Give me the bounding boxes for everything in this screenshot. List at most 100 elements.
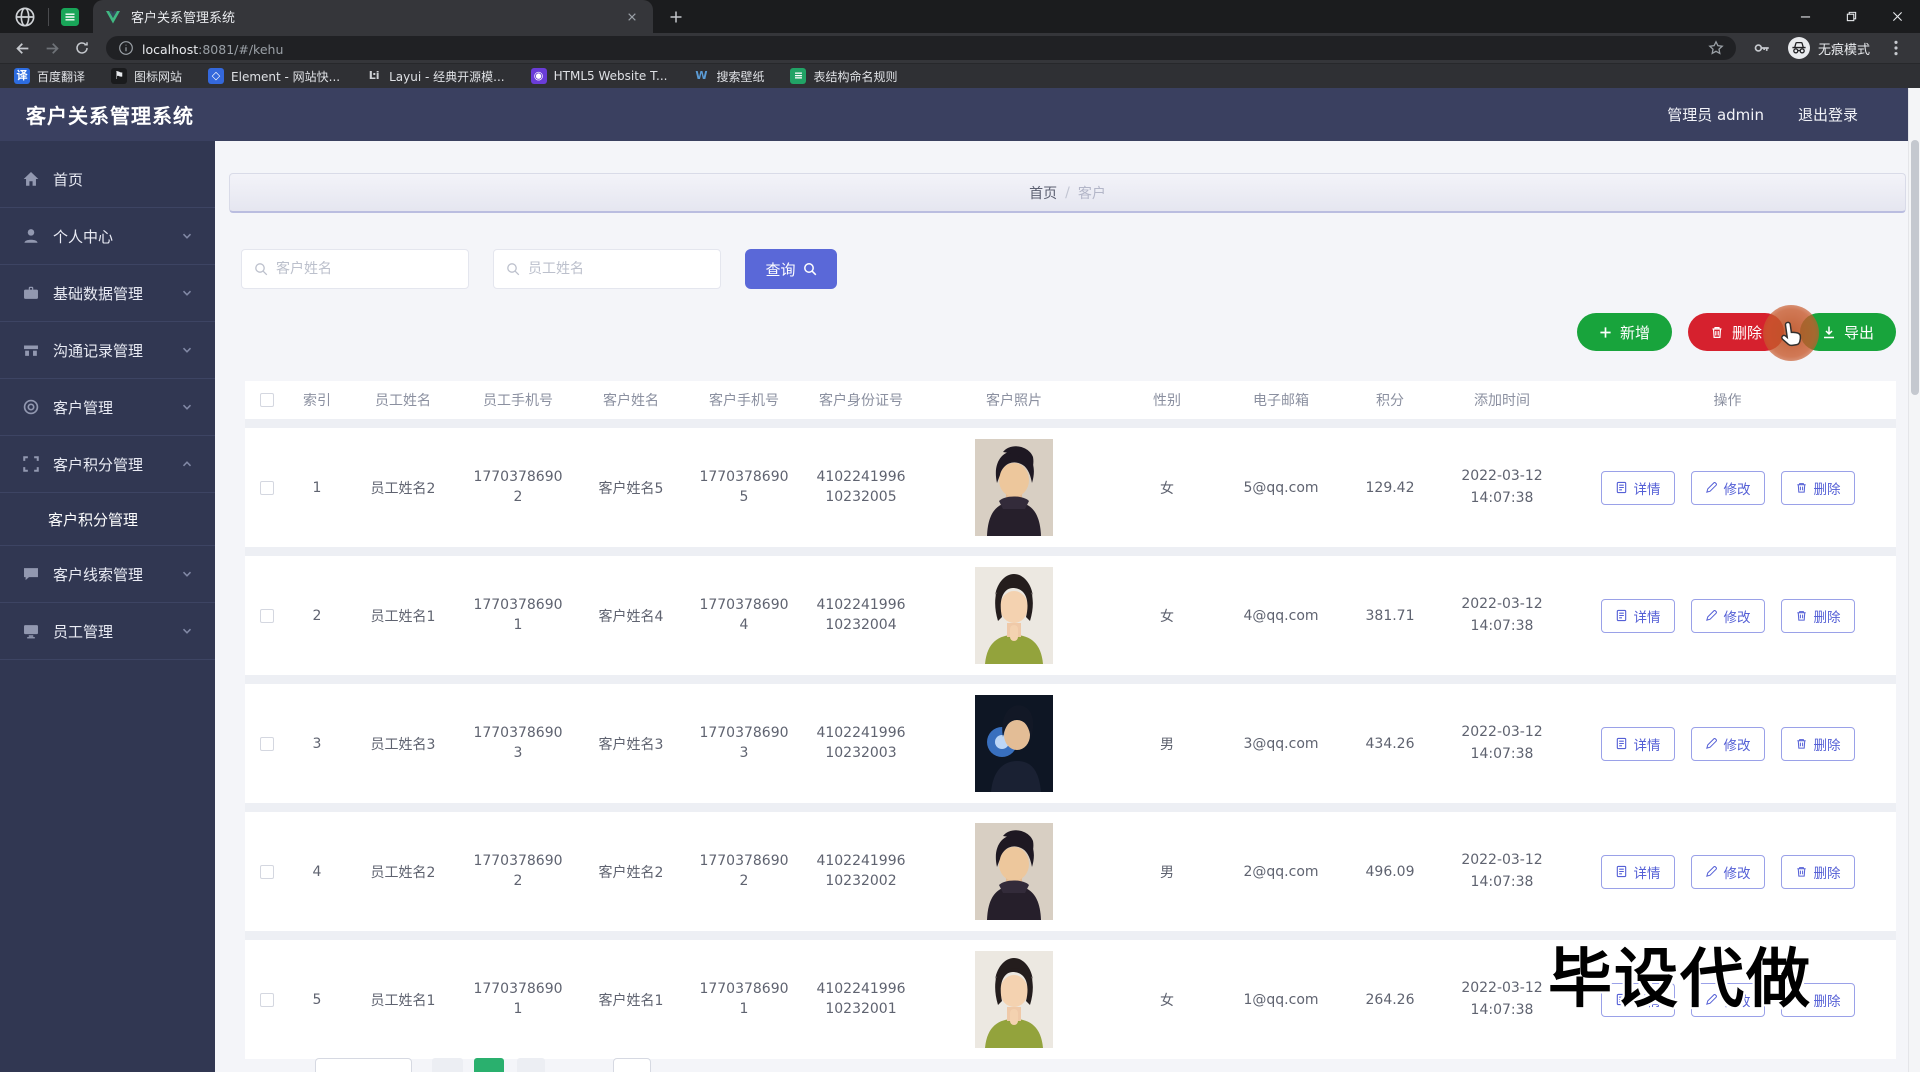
detail-button[interactable]: 详情 (1600, 854, 1675, 889)
logout-link[interactable]: 退出登录 (1798, 104, 1858, 125)
query-button[interactable]: 查询 (745, 249, 837, 289)
row-checkbox[interactable] (260, 992, 274, 1007)
sidebar-item-monitor[interactable]: 员工管理 (0, 603, 215, 660)
cell-actions: 详情 修改 删除 (1559, 598, 1896, 633)
column-header: 客户照片 (986, 393, 1042, 409)
sidebar-item-user[interactable]: 个人中心 (0, 208, 215, 265)
customer-name-input[interactable] (276, 261, 456, 277)
detail-button[interactable]: 详情 (1600, 470, 1675, 505)
customer-name-field[interactable] (241, 249, 469, 289)
chevron-down-icon (181, 625, 193, 637)
trash-icon (1795, 481, 1808, 494)
row-delete-button[interactable]: 删除 (1780, 470, 1855, 505)
pagination (315, 1058, 651, 1072)
chevron-down-icon (181, 344, 193, 356)
tab-close-icon[interactable] (623, 8, 641, 26)
scrollbar-thumb[interactable] (1911, 140, 1919, 395)
row-checkbox-cell (245, 992, 289, 1007)
window-minimize-button[interactable] (1782, 0, 1828, 33)
cell-actions: 详情 修改 删除 (1559, 726, 1896, 761)
doc-icon (1615, 737, 1628, 750)
cell-gender: 女 (1160, 992, 1174, 1009)
export-button-label: 导出 (1843, 323, 1874, 342)
window-close-button[interactable] (1874, 0, 1920, 33)
row-checkbox-cell (245, 480, 289, 495)
staff-name-field[interactable] (493, 249, 721, 289)
delete-button-label: 删除 (1731, 323, 1762, 342)
cell-customer-phone-text: 17703786904 (699, 596, 789, 633)
current-page-button[interactable] (474, 1058, 504, 1072)
bookmark-star-icon[interactable] (1708, 40, 1724, 56)
add-button[interactable]: 新增 (1576, 313, 1672, 351)
sidebar-subitem[interactable]: 客户积分管理 (0, 493, 215, 546)
reload-icon[interactable] (70, 36, 94, 60)
password-key-icon[interactable] (1753, 39, 1771, 57)
row-checkbox[interactable] (260, 736, 274, 751)
sidebar-subitem-label: 客户积分管理 (48, 510, 139, 529)
row-checkbox[interactable] (260, 480, 274, 495)
action-label: 删除 (1813, 865, 1841, 882)
row-checkbox[interactable] (260, 608, 274, 623)
select-all-checkbox[interactable] (260, 393, 274, 407)
breadcrumb-home[interactable]: 首页 (1029, 183, 1057, 203)
next-page-button[interactable] (517, 1058, 545, 1072)
prev-page-button[interactable] (432, 1058, 463, 1072)
cell-customer-phone-text: 17703786905 (699, 468, 789, 505)
cell-customer-photo (921, 567, 1107, 664)
browser-menu-icon[interactable] (1887, 39, 1905, 57)
browser-tab[interactable]: 客户关系管理系统 (93, 0, 653, 33)
cell-added-time: 2022-03-12 14:07:38 (1445, 850, 1559, 893)
bookmark-item[interactable]: 译百度翻译 (14, 68, 85, 85)
table-row: 3 员工姓名3 17703786903 客户姓名3 17703786903 4102241… (245, 684, 1896, 803)
sidebar-item-target[interactable]: 客户管理 (0, 379, 215, 436)
sidebar: 首页 个人中心 基础数据管理 沟通记录管理 客户管理 客户积分管理 客户积分管理 客户线索管理… (0, 141, 215, 1072)
bookmark-item[interactable]: ⚑ 图标网站 (111, 68, 182, 85)
sidebar-item-suitcase[interactable]: 基础数据管理 (0, 265, 215, 322)
new-tab-button[interactable] (663, 4, 689, 30)
column-header: 员工手机号 (483, 393, 553, 409)
cell-staff-phone: 17703786902 (461, 468, 575, 507)
sidebar-item-home[interactable]: 首页 (0, 151, 215, 208)
page-size-select[interactable] (315, 1058, 412, 1072)
bookmark-item[interactable]: ◇ Element - 网站快... (208, 68, 340, 85)
cell-email: 5@qq.com (1243, 479, 1319, 496)
action-label: 删除 (1813, 993, 1841, 1010)
edit-button[interactable]: 修改 (1690, 854, 1765, 889)
sidebar-item-scan[interactable]: 客户积分管理 (0, 436, 215, 493)
column-header: 客户姓名 (603, 393, 659, 409)
forward-icon[interactable] (40, 36, 64, 60)
sidebar-item-chat[interactable]: 客户线索管理 (0, 546, 215, 603)
cell-gender: 女 (1160, 608, 1174, 625)
row-delete-button[interactable]: 删除 (1780, 854, 1855, 889)
edit-button[interactable]: 修改 (1690, 470, 1765, 505)
action-label: 详情 (1633, 737, 1661, 754)
row-delete-button[interactable]: 删除 (1780, 598, 1855, 633)
window-restore-button[interactable] (1828, 0, 1874, 33)
bookmark-item[interactable]: Ŀi Layui - 经典开源模... (366, 68, 505, 85)
bookmark-item[interactable]: ◉ HTML5 Website T... (530, 68, 667, 84)
row-delete-button[interactable]: 删除 (1780, 726, 1855, 761)
flag-icon: ⚑ (111, 68, 128, 84)
url-host: localhost (142, 41, 199, 57)
sidebar-item-record[interactable]: 沟通记录管理 (0, 322, 215, 379)
cell-index: 2 (312, 607, 322, 624)
row-checkbox[interactable] (260, 864, 274, 879)
detail-button[interactable]: 详情 (1600, 598, 1675, 633)
edit-button[interactable]: 修改 (1690, 726, 1765, 761)
cell-customer-name: 客户姓名4 (598, 608, 664, 625)
site-info-icon[interactable] (118, 40, 134, 56)
bookmark-item[interactable]: ≡ 表结构命名规则 (790, 68, 897, 85)
action-label: 删除 (1813, 481, 1841, 498)
staff-name-input[interactable] (528, 261, 708, 277)
page-jump-input[interactable] (613, 1058, 651, 1072)
sidebar-item-label: 客户积分管理 (53, 455, 144, 474)
detail-button[interactable]: 详情 (1600, 726, 1675, 761)
edit-button[interactable]: 修改 (1690, 598, 1765, 633)
bookmark-item[interactable]: W 搜索壁纸 (693, 68, 764, 85)
column-header: 员工姓名 (375, 393, 431, 409)
cell-actions: 详情 修改 删除 (1559, 470, 1896, 505)
page-scrollbar[interactable] (1908, 88, 1920, 1072)
address-bar[interactable]: localhost:8081/#/kehu (106, 36, 1736, 60)
pinned-tab-sheet-icon[interactable] (61, 7, 79, 26)
back-icon[interactable] (10, 36, 34, 60)
